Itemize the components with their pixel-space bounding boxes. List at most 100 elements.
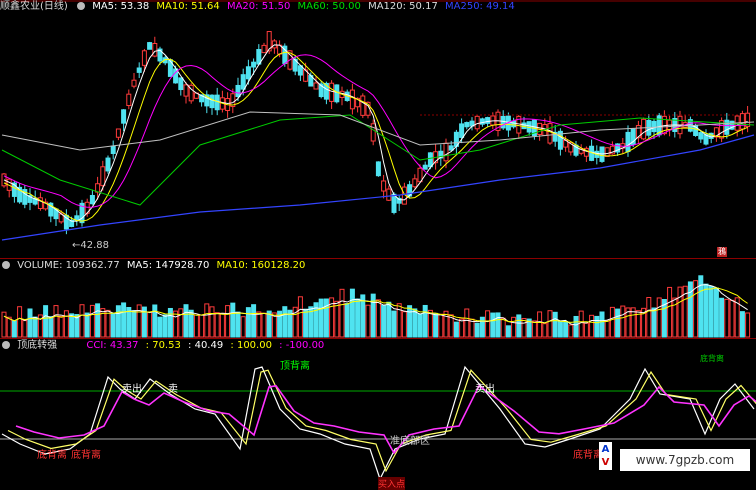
bottom-area-label: 准底部区	[390, 436, 430, 447]
volume-bar	[89, 304, 95, 338]
candle-body	[391, 193, 397, 213]
volume-bar	[105, 309, 111, 338]
candle-body	[100, 166, 106, 187]
price-header: 顺鑫农业(日线) MA5: 53.38 MA10: 51.64 MA20: 51…	[0, 0, 756, 14]
volume-bar	[69, 313, 75, 338]
candle-body	[178, 77, 184, 91]
volume-bar	[422, 304, 428, 338]
price-title: 顺鑫农业(日线)	[0, 1, 68, 12]
candle-body	[240, 74, 246, 90]
candle-body	[375, 161, 381, 177]
volume-bar	[391, 310, 397, 338]
candle-body	[136, 67, 142, 73]
volume-bar	[339, 288, 345, 338]
volume-circle-icon[interactable]	[2, 261, 10, 269]
volume-bar	[355, 298, 361, 338]
candle-body	[443, 142, 449, 162]
candle-body	[209, 94, 215, 109]
ma5-value: MA5: 53.38	[92, 1, 150, 12]
volume-bar	[490, 312, 496, 338]
volume-bar	[214, 312, 220, 338]
volume-bar	[381, 304, 387, 338]
bottom-divergence-label-1: 底背离	[37, 450, 67, 461]
volume-bar	[609, 306, 615, 338]
candle-body	[479, 118, 485, 125]
volume-bar	[412, 308, 418, 338]
volume-bar	[110, 313, 116, 338]
volume-bar	[183, 304, 189, 338]
sell-label-2: 卖	[168, 384, 178, 395]
volume-bar	[303, 308, 309, 338]
candle-body	[459, 123, 465, 138]
volume-bar	[438, 313, 444, 338]
candle-body	[131, 79, 137, 87]
candle-body	[739, 113, 745, 130]
candle-body	[334, 84, 340, 103]
price-pane[interactable]: 顺鑫农业(日线) MA5: 53.38 MA10: 51.64 MA20: 51…	[0, 0, 756, 258]
badge-top-icon: A	[601, 444, 610, 455]
volume-bar	[417, 313, 423, 338]
volume-bar	[713, 287, 719, 338]
candle-body	[147, 42, 153, 50]
volume-bar	[557, 320, 563, 338]
volume-bar	[6, 316, 12, 338]
volume-bar	[178, 308, 184, 338]
volume-bar	[251, 304, 257, 338]
volume-bar	[84, 312, 90, 338]
volume-bar	[334, 300, 340, 338]
candle-body	[412, 178, 418, 188]
ma250-value: MA250: 49.14	[445, 1, 515, 12]
volume-pane[interactable]: VOLUME: 109362.77 MA5: 147928.70 MA10: 1…	[0, 259, 756, 338]
volume-bar	[521, 318, 527, 338]
volume-bar	[318, 298, 324, 338]
candle-body	[641, 118, 647, 140]
volume-bar	[58, 315, 64, 338]
candle-body	[261, 44, 267, 54]
right-top-label: 底背离	[700, 354, 724, 363]
volume-bar	[479, 316, 485, 338]
top-divergence-label: 顶背离	[280, 361, 310, 372]
candle-body	[381, 180, 387, 192]
volume-bar	[17, 306, 23, 338]
badge-bottom-icon: V	[601, 457, 610, 468]
candle-body	[724, 119, 730, 135]
volume-bar	[162, 314, 168, 338]
indicator-circle-icon[interactable]	[2, 341, 10, 349]
candle-body	[152, 43, 158, 57]
volume-bar	[209, 306, 215, 338]
volume-bar	[615, 308, 621, 338]
candle-body	[500, 115, 506, 129]
volume-bar	[511, 316, 517, 338]
volume-bar	[199, 314, 205, 338]
candle-body	[329, 82, 335, 102]
volume-bar	[11, 320, 17, 338]
settings-circle-icon[interactable]	[77, 2, 85, 10]
candle-body	[235, 84, 241, 98]
candle-body	[698, 132, 704, 140]
volume-bar	[651, 307, 657, 338]
volume-bar	[245, 307, 251, 338]
volume-bar	[401, 311, 407, 338]
volume-bar	[573, 315, 579, 338]
volume-bar	[703, 283, 709, 338]
price-marker: 鴉	[717, 247, 727, 257]
volume-bar	[344, 303, 350, 338]
ma20-value: MA20: 51.50	[226, 1, 291, 12]
price-chart[interactable]	[0, 0, 756, 258]
volume-bar	[620, 305, 626, 338]
volume-bar	[547, 310, 553, 338]
candle-body	[474, 115, 480, 130]
volume-bar	[63, 310, 69, 338]
volume-bar	[583, 322, 589, 338]
buy-point-label: 买入点	[378, 477, 406, 490]
indicator-v5: : -100.00	[279, 340, 325, 351]
volume-bar	[349, 288, 355, 338]
candle-body	[547, 123, 553, 144]
volume-value: VOLUME: 109362.77	[17, 260, 120, 271]
volume-bar	[667, 286, 673, 338]
candle-body	[245, 66, 251, 80]
volume-bar	[505, 325, 511, 338]
sell-label-1: 卖出	[122, 384, 142, 395]
slow-line	[15, 384, 756, 455]
volume-bar	[193, 314, 199, 338]
